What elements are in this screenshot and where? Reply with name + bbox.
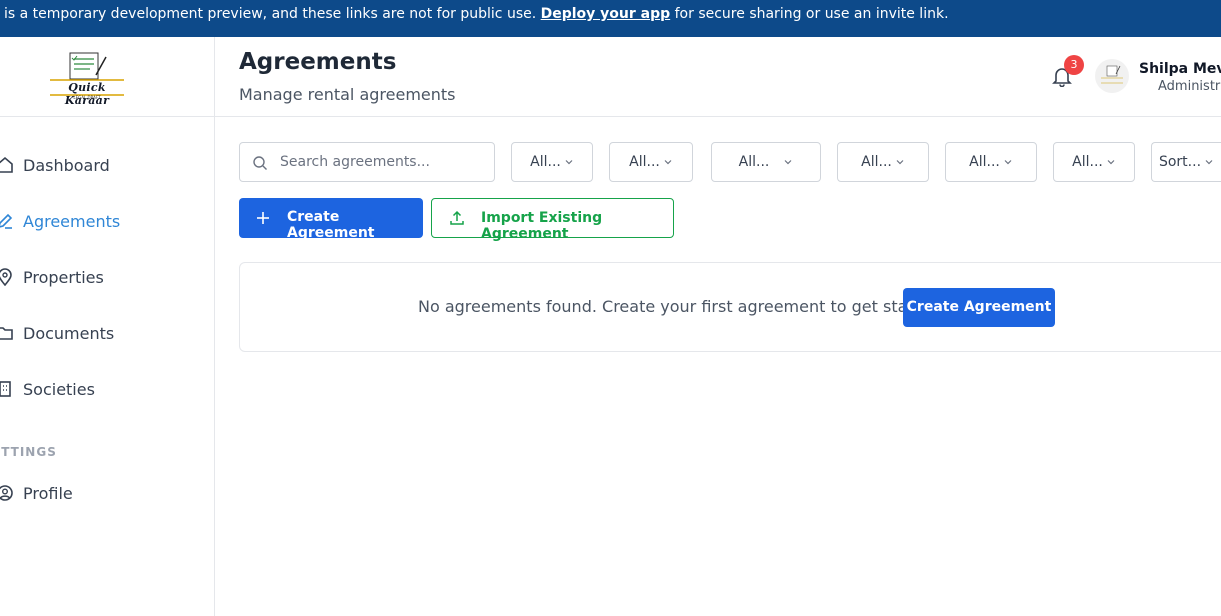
filter-value: All... <box>738 154 770 170</box>
building-icon <box>0 378 16 400</box>
empty-state-card: No agreements found. Create your first a… <box>239 262 1221 352</box>
filter-select-2[interactable]: All... <box>609 142 693 182</box>
filter-select-6[interactable]: All... <box>1053 142 1135 182</box>
create-agreement-button[interactable]: Create Agreement <box>239 198 423 241</box>
filter-value: All... <box>530 154 561 170</box>
sidebar-item-label: Documents <box>23 323 115 343</box>
sidebar-item-label: Properties <box>23 267 104 287</box>
logo-title: Quick Karaar <box>64 81 110 107</box>
sidebar-item-label: Dashboard <box>23 155 110 175</box>
empty-state-message: No agreements found. Create your first a… <box>418 297 946 316</box>
map-pin-icon <box>0 266 16 288</box>
dev-preview-banner: is a temporary development preview, and … <box>0 0 1221 37</box>
notification-badge: 3 <box>1064 55 1084 75</box>
page-header: Agreements Manage rental agreements 3 Sh… <box>215 37 1221 117</box>
banner-text: is a temporary development preview, and … <box>4 6 537 22</box>
chevron-down-icon <box>783 157 793 167</box>
settings-section-title: ETTINGS <box>0 445 57 459</box>
filter-select-3[interactable]: All... <box>711 142 821 182</box>
sort-value: Sort... <box>1158 154 1202 170</box>
filter-value: All... <box>629 154 660 170</box>
filter-value: All... <box>969 154 1000 170</box>
sidebar: Quick Karaar LEGAL DRAFT Dashboard Agree… <box>0 37 215 616</box>
sidebar-item-documents[interactable]: Documents <box>0 313 214 353</box>
filter-value: All... <box>1072 154 1103 170</box>
avatar[interactable] <box>1095 59 1129 93</box>
search-input[interactable]: Search agreements... <box>239 142 495 182</box>
sidebar-item-dashboard[interactable]: Dashboard <box>0 145 214 185</box>
create-agreement-label: Create Agreement <box>287 209 375 241</box>
chevron-down-icon <box>663 157 673 167</box>
upload-icon <box>449 210 465 226</box>
filter-select-1[interactable]: All... <box>511 142 593 182</box>
sidebar-item-label: Agreements <box>23 211 121 231</box>
chevron-down-icon <box>1003 157 1013 167</box>
filter-select-4[interactable]: All... <box>837 142 929 182</box>
sort-select[interactable]: Sort... <box>1151 142 1221 182</box>
empty-create-agreement-button[interactable]: Create Agreement <box>903 288 1055 327</box>
deploy-app-link[interactable]: Deploy your app <box>541 6 671 22</box>
avatar-logo-icon <box>1101 65 1123 84</box>
page-title: Agreements <box>239 49 397 75</box>
user-circle-icon <box>0 482 16 504</box>
logo-subtitle: LEGAL DRAFT <box>73 95 101 100</box>
banner-text-after: for secure sharing or use an invite link… <box>674 6 949 22</box>
sidebar-item-label: Societies <box>23 379 95 399</box>
sidebar-item-profile[interactable]: Profile <box>0 473 214 513</box>
edit-icon <box>0 210 16 232</box>
page-subtitle: Manage rental agreements <box>239 85 456 104</box>
import-agreement-button[interactable]: Import Existing Agreement <box>431 198 674 242</box>
folder-icon <box>0 322 16 344</box>
search-icon <box>252 155 268 171</box>
filter-select-5[interactable]: All... <box>945 142 1037 182</box>
sidebar-item-properties[interactable]: Properties <box>0 257 214 297</box>
user-name[interactable]: Shilpa Mevac <box>1139 61 1221 77</box>
chevron-down-icon <box>564 157 574 167</box>
chevron-down-icon <box>1204 157 1214 167</box>
import-agreement-label: Import Existing Agreement <box>481 210 603 242</box>
logo-area: Quick Karaar LEGAL DRAFT <box>0 37 214 117</box>
chevron-down-icon <box>1106 157 1116 167</box>
search-placeholder: Search agreements... <box>280 154 430 170</box>
home-icon <box>0 154 16 176</box>
quick-karaar-logo[interactable]: Quick Karaar LEGAL DRAFT <box>44 51 130 107</box>
sidebar-item-societies[interactable]: Societies <box>0 369 214 409</box>
user-role: Administrat <box>1158 79 1221 94</box>
chevron-down-icon <box>895 157 905 167</box>
filter-value: All... <box>861 154 892 170</box>
sidebar-item-label: Profile <box>23 483 73 503</box>
plus-icon <box>256 210 270 224</box>
sidebar-item-agreements[interactable]: Agreements <box>0 201 214 241</box>
